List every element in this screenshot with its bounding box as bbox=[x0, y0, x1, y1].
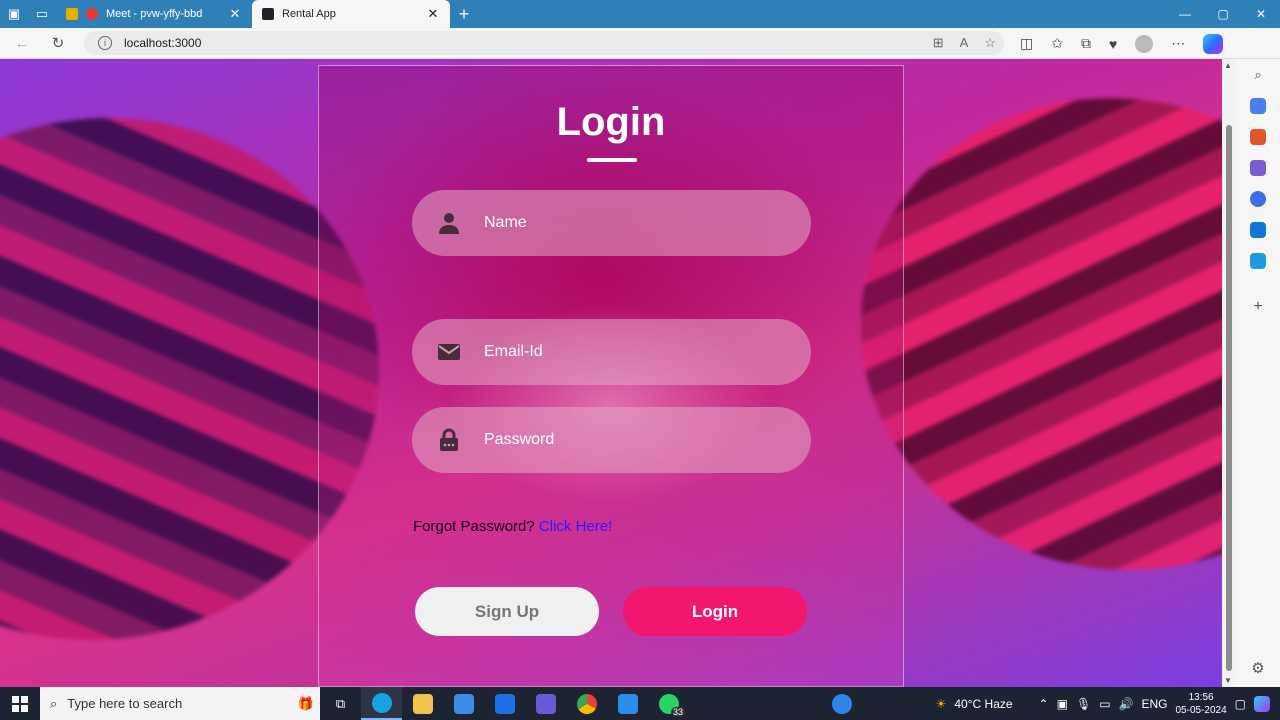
address-bar[interactable]: i localhost:3000 ⊞ A ☆ bbox=[84, 31, 1004, 55]
password-field[interactable] bbox=[412, 407, 811, 473]
microphone-icon[interactable]: 🎙 bbox=[1076, 697, 1091, 711]
url-text[interactable]: localhost:3000 bbox=[124, 36, 201, 50]
tab-title: Meet - pvw-yffy-bbd bbox=[106, 8, 203, 20]
recording-icon bbox=[86, 8, 98, 20]
volume-icon[interactable]: 🔊 bbox=[1119, 697, 1134, 711]
split-screen-icon[interactable]: ◫ bbox=[1020, 35, 1033, 52]
page-scrollbar[interactable]: ▲ ▼ bbox=[1222, 59, 1236, 687]
back-icon[interactable]: ← bbox=[4, 35, 40, 52]
scrollbar-thumb[interactable] bbox=[1226, 125, 1232, 671]
close-window-icon[interactable]: ✕ bbox=[1242, 0, 1280, 28]
chrome-icon[interactable] bbox=[566, 687, 607, 720]
login-button[interactable]: Login bbox=[623, 587, 807, 636]
taskbar-search-text: Type here to search bbox=[67, 696, 183, 711]
add-sidebar-icon[interactable]: + bbox=[1253, 298, 1262, 316]
app-icon[interactable] bbox=[525, 687, 566, 720]
copilot-sidebar-icon[interactable] bbox=[1250, 191, 1266, 207]
address-bar-row: ← ↻ i localhost:3000 ⊞ A ☆ ◫ ✩ ⧉ ♥ ⋯ bbox=[0, 28, 1280, 59]
name-input[interactable] bbox=[484, 214, 734, 232]
file-explorer-icon[interactable] bbox=[402, 687, 443, 720]
clock-date: 05-05-2024 bbox=[1175, 704, 1227, 716]
taskbar-search[interactable]: ⌕ Type here to search 🎁 bbox=[40, 687, 320, 720]
outlook-icon[interactable] bbox=[1250, 222, 1266, 238]
edge-sidebar: ⌕ + ⚙ bbox=[1236, 59, 1280, 687]
forgot-password-text: Forgot Password? bbox=[413, 518, 535, 535]
clock-time: 13:56 bbox=[1188, 691, 1214, 703]
settings-gear-icon[interactable]: ⚙ bbox=[1251, 659, 1264, 677]
close-tab-icon[interactable]: ✕ bbox=[228, 6, 242, 22]
close-tab-icon[interactable]: ✕ bbox=[426, 6, 440, 22]
windows-start-icon[interactable] bbox=[0, 695, 40, 712]
battery-icon[interactable]: ▭ bbox=[1099, 697, 1110, 711]
lock-icon bbox=[436, 427, 462, 453]
react-favicon-icon bbox=[262, 8, 274, 20]
workspaces-icon[interactable]: ▣ bbox=[0, 0, 28, 28]
tab-meet[interactable]: Meet - pvw-yffy-bbd ✕ bbox=[56, 0, 252, 28]
user-icon bbox=[436, 210, 462, 236]
new-tab-button[interactable]: + bbox=[450, 0, 478, 28]
site-info-icon[interactable]: i bbox=[98, 36, 112, 50]
profile-avatar[interactable] bbox=[1135, 34, 1154, 53]
copilot-taskbar-icon[interactable] bbox=[1254, 695, 1270, 712]
vscode-icon[interactable] bbox=[607, 687, 648, 720]
extension-icon[interactable]: ♥ bbox=[1109, 36, 1117, 52]
whatsapp-icon[interactable]: 33 bbox=[648, 687, 689, 720]
tab-title: Rental App bbox=[282, 8, 336, 20]
favorites-icon[interactable]: ✩ bbox=[1051, 35, 1063, 52]
network-icon[interactable]: ▣ bbox=[1057, 697, 1068, 711]
dropbox-icon[interactable] bbox=[484, 687, 525, 720]
scroll-up-icon[interactable]: ▲ bbox=[1224, 61, 1232, 70]
send-icon[interactable] bbox=[1250, 253, 1266, 269]
window-controls: — ▢ ✕ bbox=[1166, 0, 1280, 28]
task-view-icon[interactable]: ⧉ bbox=[320, 687, 361, 720]
whatsapp-badge: 33 bbox=[670, 707, 685, 717]
clock[interactable]: 13:56 05-05-2024 bbox=[1176, 691, 1227, 717]
system-tray: ☀ 40°C Haze ⌃ ▣ 🎙 ▭ 🔊 ENG 13:56 05-05-20… bbox=[936, 687, 1280, 720]
search-highlight-icon: 🎁 bbox=[297, 695, 314, 711]
shopping-icon[interactable] bbox=[1250, 98, 1266, 114]
scroll-down-icon[interactable]: ▼ bbox=[1224, 676, 1232, 685]
email-input[interactable] bbox=[484, 343, 734, 361]
weather-text[interactable]: 40°C Haze bbox=[954, 697, 1012, 711]
app-available-icon[interactable]: ⊞ bbox=[933, 35, 944, 51]
weather-icon[interactable]: ☀ bbox=[936, 697, 947, 711]
help-icon[interactable] bbox=[821, 687, 862, 720]
refresh-icon[interactable]: ↻ bbox=[40, 34, 76, 52]
forgot-password-link[interactable]: Click Here! bbox=[539, 518, 612, 535]
tab-rental-app[interactable]: Rental App ✕ bbox=[252, 0, 450, 28]
search-icon[interactable]: ⌕ bbox=[1254, 67, 1261, 83]
edge-taskbar-icon[interactable] bbox=[361, 687, 402, 720]
address-bar-icons: ⊞ A ☆ bbox=[933, 35, 996, 51]
notifications-icon[interactable]: ▢ bbox=[1235, 697, 1246, 711]
tab-actions-icon[interactable]: ▭ bbox=[28, 0, 56, 28]
mail-icon[interactable] bbox=[443, 687, 484, 720]
windows-taskbar: ⌕ Type here to search 🎁 ⧉ 33 ☀ 40°C Haze… bbox=[0, 687, 1280, 720]
language-indicator[interactable]: ENG bbox=[1141, 697, 1167, 711]
browser-toolbar: ◫ ✩ ⧉ ♥ ⋯ bbox=[1020, 28, 1224, 59]
browser-tab-strip: ▣ ▭ Meet - pvw-yffy-bbd ✕ Rental App ✕ +… bbox=[0, 0, 1280, 28]
password-input[interactable] bbox=[484, 431, 734, 449]
show-hidden-icons-icon[interactable]: ⌃ bbox=[1039, 697, 1049, 711]
favorite-star-icon[interactable]: ☆ bbox=[984, 35, 996, 51]
tools-icon[interactable] bbox=[1250, 129, 1266, 145]
envelope-icon bbox=[436, 339, 462, 365]
more-menu-icon[interactable]: ⋯ bbox=[1171, 35, 1185, 52]
games-icon[interactable] bbox=[1250, 160, 1266, 176]
login-card: Login Forgot Password? Click Here! Sign … bbox=[318, 65, 904, 687]
collections-icon[interactable]: ⧉ bbox=[1081, 35, 1091, 52]
forgot-password-row: Forgot Password? Click Here! bbox=[413, 518, 612, 535]
minimize-icon[interactable]: — bbox=[1166, 0, 1204, 28]
copilot-icon[interactable] bbox=[1203, 33, 1224, 54]
maximize-icon[interactable]: ▢ bbox=[1204, 0, 1242, 28]
meet-favicon-icon bbox=[66, 8, 78, 20]
email-field[interactable] bbox=[412, 319, 811, 385]
name-field[interactable] bbox=[412, 190, 811, 256]
signup-button[interactable]: Sign Up bbox=[415, 587, 599, 636]
login-title: Login bbox=[556, 100, 666, 144]
read-aloud-icon[interactable]: A bbox=[960, 35, 969, 51]
search-magnifier-icon: ⌕ bbox=[50, 695, 58, 711]
title-underline bbox=[587, 158, 637, 162]
page-viewport: Login Forgot Password? Click Here! Sign … bbox=[0, 59, 1222, 687]
